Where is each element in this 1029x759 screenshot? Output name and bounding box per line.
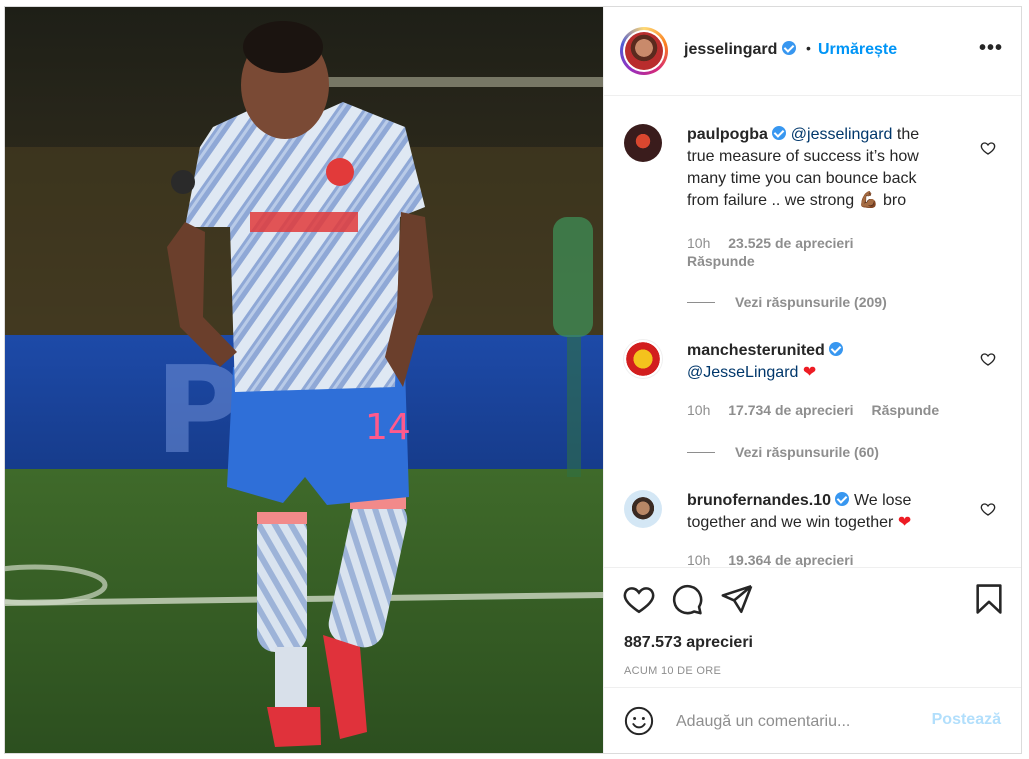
comment-time[interactable]: 10h bbox=[687, 552, 710, 567]
comment-likes-count[interactable]: 19.364 de aprecieri bbox=[728, 552, 853, 567]
like-heart-icon[interactable] bbox=[622, 582, 656, 616]
red-heart-emoji: ❤ bbox=[802, 364, 817, 381]
add-comment-bar: Postează bbox=[604, 687, 1021, 753]
reply-button[interactable]: Răspunde bbox=[687, 253, 755, 269]
post-timestamp[interactable]: ACUM 10 DE ORE bbox=[624, 665, 721, 677]
comment-time[interactable]: 10h bbox=[687, 402, 710, 418]
reply-button[interactable]: Răspunde bbox=[871, 402, 939, 418]
comment-mention[interactable]: @JesseLingard bbox=[687, 364, 798, 381]
verified-badge-icon bbox=[829, 342, 844, 356]
comment-like-heart-icon[interactable] bbox=[980, 140, 996, 156]
post-dialog: PS5 14 bbox=[4, 6, 1022, 754]
post-comment-button[interactable]: Postează bbox=[932, 711, 1001, 729]
post-sidebar: jesselingard • Urmărește ••• paulpogba @… bbox=[603, 7, 1021, 753]
comment-text: manchesterunited @JesseLingard ❤ bbox=[687, 340, 949, 384]
comment-likes-count[interactable]: 23.525 de aprecieri bbox=[728, 235, 853, 251]
post-photo[interactable]: PS5 14 bbox=[5, 7, 603, 753]
comments-list[interactable]: paulpogba @jesselingard the true measure… bbox=[604, 96, 1021, 567]
commenter-username[interactable]: brunofernandes.10 bbox=[687, 492, 831, 509]
emoji-smiley-icon[interactable] bbox=[624, 706, 654, 736]
football-player-image: PS5 14 bbox=[5, 7, 603, 753]
comment-input[interactable] bbox=[674, 706, 918, 738]
commenter-avatar[interactable] bbox=[624, 124, 662, 162]
svg-text:14: 14 bbox=[365, 407, 411, 448]
view-replies-button[interactable]: Vezi răspunsurile (60) bbox=[687, 444, 879, 460]
verified-badge-icon bbox=[835, 492, 850, 506]
likes-count[interactable]: 887.573 aprecieri bbox=[624, 634, 753, 652]
author-username[interactable]: jesselingard bbox=[684, 41, 796, 59]
share-send-icon[interactable] bbox=[720, 582, 754, 616]
comment-meta: 10h 23.525 de aprecieri bbox=[687, 235, 868, 251]
commenter-avatar[interactable] bbox=[624, 340, 662, 378]
more-options-icon[interactable]: ••• bbox=[979, 37, 1003, 60]
comment-time[interactable]: 10h bbox=[687, 235, 710, 251]
comment-bubble-icon[interactable] bbox=[670, 582, 704, 616]
comment-like-heart-icon[interactable] bbox=[980, 351, 996, 367]
verified-badge-icon bbox=[781, 41, 796, 55]
flexed-biceps-emoji: 💪🏾 bbox=[858, 192, 879, 209]
commenter-username[interactable]: manchesterunited bbox=[687, 342, 825, 359]
commenter-username[interactable]: paulpogba bbox=[687, 126, 768, 143]
comment-meta: 10h 17.734 de aprecieri Răspunde bbox=[687, 402, 953, 418]
commenter-avatar[interactable] bbox=[624, 490, 662, 528]
comment-meta: 10h 19.364 de aprecieri bbox=[687, 552, 868, 567]
comment-likes-count[interactable]: 17.734 de aprecieri bbox=[728, 402, 853, 418]
comment-like-heart-icon[interactable] bbox=[980, 501, 996, 517]
comment-mention[interactable]: @jesselingard bbox=[791, 126, 893, 143]
red-heart-emoji: ❤ bbox=[897, 514, 912, 531]
save-bookmark-icon[interactable] bbox=[972, 582, 1006, 616]
follow-button[interactable]: Urmărește bbox=[818, 41, 897, 59]
comment-text: paulpogba @jesselingard the true measure… bbox=[687, 126, 920, 209]
view-replies-button[interactable]: Vezi răspunsurile (209) bbox=[687, 294, 887, 310]
comment-text: brunofernandes.10 We lose together and w… bbox=[687, 492, 912, 531]
post-actions: 887.573 aprecieri ACUM 10 DE ORE bbox=[604, 567, 1021, 687]
header-separator: • bbox=[806, 40, 811, 56]
post-header: jesselingard • Urmărește ••• bbox=[604, 7, 1021, 96]
author-avatar[interactable] bbox=[620, 27, 668, 75]
verified-badge-icon bbox=[772, 126, 787, 140]
